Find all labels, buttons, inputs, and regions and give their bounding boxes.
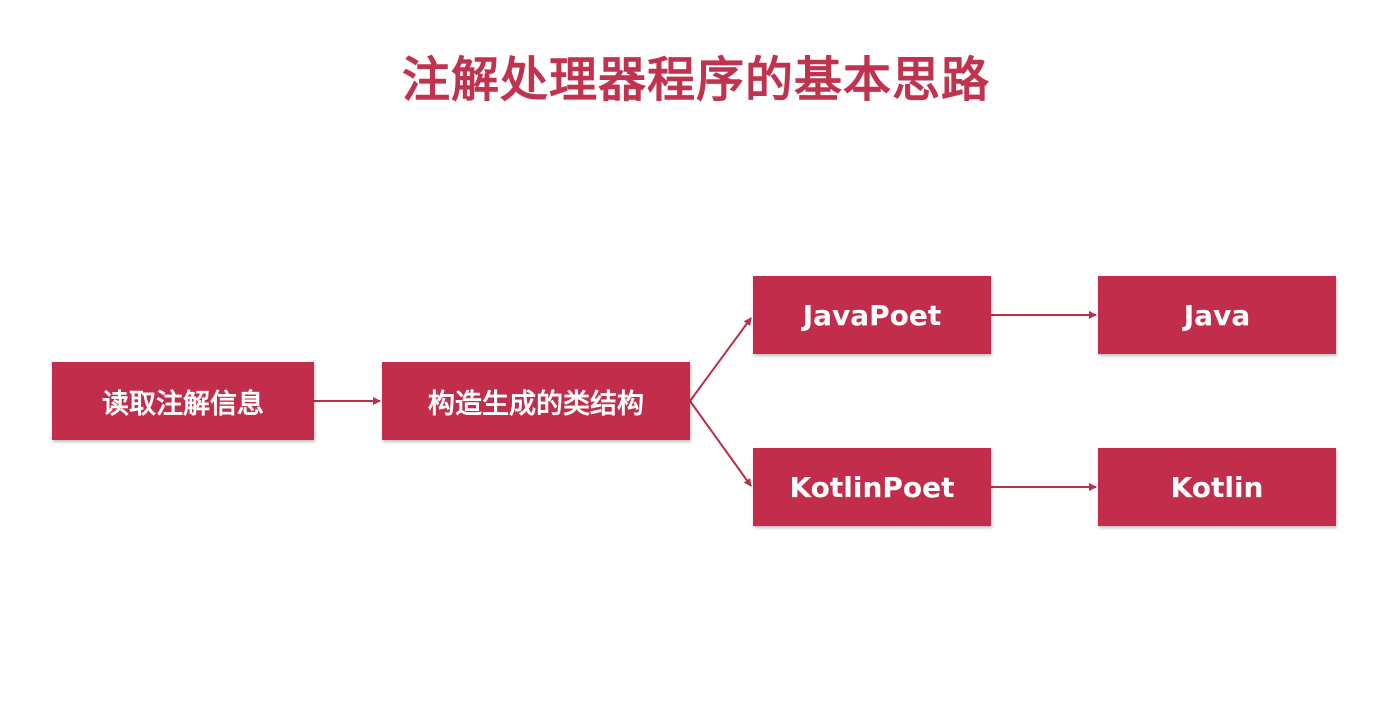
node-read-annotation-info: 读取注解信息 [52,362,314,440]
slide: 注解处理器程序的基本思路 读取注解信息 构造生成的类结构 JavaPoet Ko… [0,0,1392,716]
node-kotlinpoet: KotlinPoet [753,448,991,526]
arrow-build-to-javapoet [689,317,752,402]
node-java: Java [1098,276,1336,354]
arrow-build-to-kotlinpoet [689,400,752,487]
node-kotlin: Kotlin [1098,448,1336,526]
diagram-title: 注解处理器程序的基本思路 [401,52,990,108]
node-build-class-structure: 构造生成的类结构 [382,362,690,440]
node-javapoet: JavaPoet [753,276,991,354]
